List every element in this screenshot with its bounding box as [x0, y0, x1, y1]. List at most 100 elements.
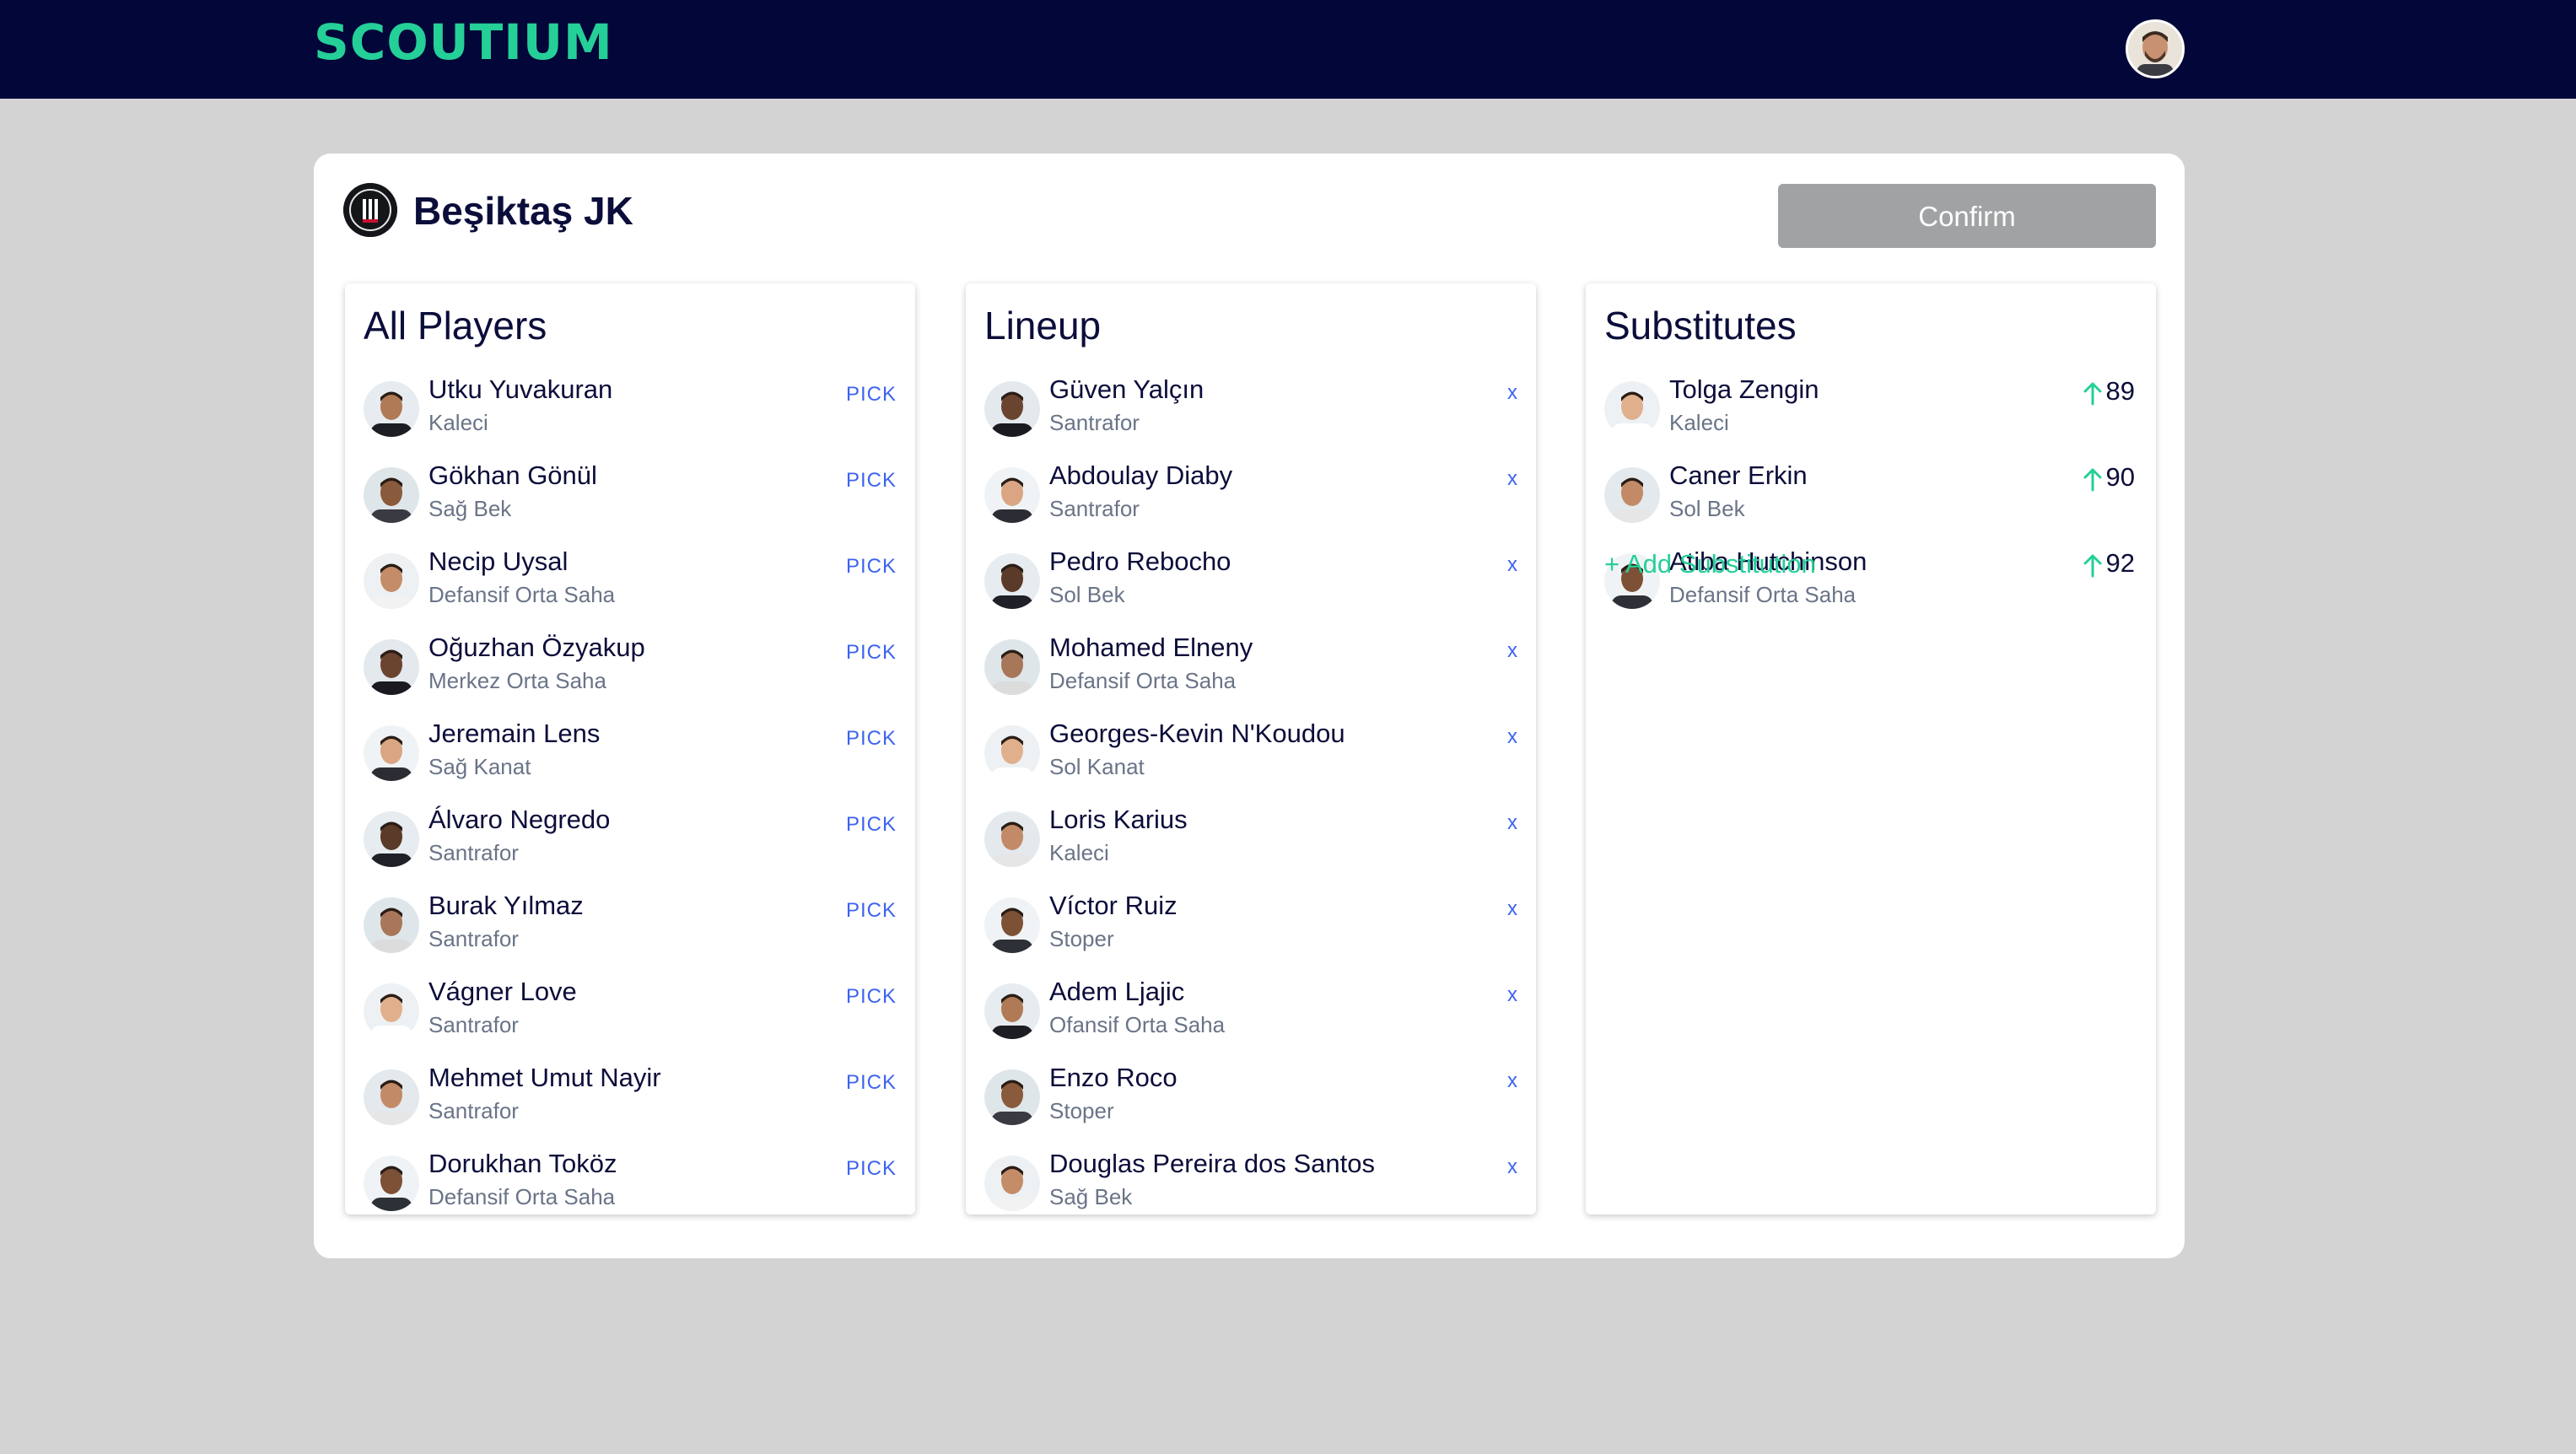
- player-avatar: [984, 467, 1040, 523]
- player-name: Jeremain Lens: [428, 719, 601, 748]
- player-position: Merkez Orta Saha: [428, 668, 606, 693]
- player-name: Adem Ljajic: [1049, 977, 1185, 1006]
- player-position: Sağ Bek: [428, 496, 512, 521]
- lineup-row: Abdoulay Diaby Santrafor x: [966, 450, 1536, 536]
- arrow-up-icon: [2083, 554, 2102, 578]
- remove-button[interactable]: x: [1507, 552, 1517, 579]
- pick-button[interactable]: PICK: [846, 1069, 897, 1096]
- player-row: Oğuzhan Özyakup Merkez Orta Saha PICK: [345, 622, 915, 708]
- pick-button[interactable]: PICK: [846, 639, 897, 666]
- player-position: Santrafor: [1049, 410, 1140, 435]
- player-row: Jeremain Lens Sağ Kanat PICK: [345, 708, 915, 794]
- player-avatar: [984, 1069, 1040, 1125]
- player-name: Enzo Roco: [1049, 1063, 1178, 1092]
- user-avatar[interactable]: [2126, 19, 2185, 78]
- top-navigation-bar: SCOUTIUM: [0, 0, 2576, 99]
- player-position: Santrafor: [428, 840, 519, 865]
- pick-button[interactable]: PICK: [846, 381, 897, 408]
- player-avatar: [1604, 381, 1660, 437]
- besiktas-crest-icon: [343, 183, 397, 237]
- substitutes-panel: Substitutes Tolga Zengin Kaleci 89 Caner Er…: [1586, 283, 2156, 1214]
- player-name: Oğuzhan Özyakup: [428, 633, 645, 662]
- player-name: Gökhan Gönül: [428, 460, 597, 490]
- player-name: Caner Erkin: [1669, 460, 1808, 490]
- substitutes-list: Tolga Zengin Kaleci 89 Caner Erkin Sol Bek 90…: [1586, 364, 2156, 622]
- player-name: Necip Uysal: [428, 547, 569, 576]
- lineup-row: Georges-Kevin N'Koudou Sol Kanat x: [966, 708, 1536, 794]
- confirm-button[interactable]: Confirm: [1778, 184, 2156, 248]
- player-avatar: [984, 983, 1040, 1039]
- player-avatar: [984, 1155, 1040, 1211]
- player-name: Utku Yuvakuran: [428, 374, 613, 404]
- player-avatar: [984, 639, 1040, 695]
- lineup-card: Beşiktaş JK Confirm All Players Utku Yuv…: [314, 153, 2185, 1258]
- player-position: Sol Bek: [1049, 582, 1125, 607]
- player-name: Dorukhan Toköz: [428, 1149, 617, 1178]
- player-position: Santrafor: [428, 926, 519, 951]
- scoutium-logo[interactable]: SCOUTIUM: [314, 12, 613, 73]
- player-avatar: [984, 553, 1040, 609]
- lineup-row: Adem Ljajic Ofansif Orta Saha x: [966, 967, 1536, 1053]
- player-position: Kaleci: [428, 410, 488, 435]
- pick-button[interactable]: PICK: [846, 725, 897, 752]
- remove-button[interactable]: x: [1507, 1068, 1517, 1095]
- lineup-row: Loris Karius Kaleci x: [966, 794, 1536, 880]
- all-players-panel: All Players Utku Yuvakuran Kaleci PICK Gökh…: [345, 283, 915, 1214]
- player-position: Santrafor: [428, 1098, 519, 1123]
- minute-value: 90: [2105, 462, 2135, 492]
- lineup-row: Pedro Rebocho Sol Bek x: [966, 536, 1536, 622]
- player-avatar: [984, 897, 1040, 953]
- player-avatar: [364, 381, 419, 437]
- player-row: Gökhan Gönül Sağ Bek PICK: [345, 450, 915, 536]
- lineup-row: Douglas Pereira dos Santos Sağ Bek x: [966, 1139, 1536, 1214]
- pick-button[interactable]: PICK: [846, 897, 897, 924]
- player-position: Defansif Orta Saha: [1669, 582, 1857, 607]
- remove-button[interactable]: x: [1507, 380, 1517, 407]
- player-position: Defansif Orta Saha: [1049, 668, 1237, 693]
- remove-button[interactable]: x: [1507, 638, 1517, 665]
- player-avatar: [364, 811, 419, 867]
- remove-button[interactable]: x: [1507, 724, 1517, 751]
- player-position: Santrafor: [1049, 496, 1140, 521]
- player-avatar: [364, 1069, 419, 1125]
- substitute-row: Caner Erkin Sol Bek 90: [1586, 450, 2156, 536]
- player-row: Dorukhan Toköz Defansif Orta Saha PICK: [345, 1139, 915, 1214]
- player-avatar: [364, 897, 419, 953]
- all-players-title: All Players: [364, 304, 547, 347]
- player-row: Álvaro Negredo Santrafor PICK: [345, 794, 915, 880]
- pick-button[interactable]: PICK: [846, 811, 897, 838]
- pick-button[interactable]: PICK: [846, 1155, 897, 1182]
- player-avatar: [1604, 467, 1660, 523]
- lineup-title: Lineup: [984, 304, 1102, 347]
- player-name: Tolga Zengin: [1669, 374, 1819, 404]
- player-position: Sağ Kanat: [428, 754, 531, 779]
- all-players-list: Utku Yuvakuran Kaleci PICK Gökhan Gönül Sağ …: [345, 364, 915, 1214]
- player-position: Stoper: [1049, 926, 1114, 951]
- lineup-panel: Lineup Güven Yalçın Santrafor x Abdoulay Di…: [966, 283, 1536, 1214]
- minute-value: 92: [2105, 548, 2135, 578]
- add-substitution-link[interactable]: + Add Substitution: [1604, 547, 1816, 581]
- remove-button[interactable]: x: [1507, 1154, 1517, 1181]
- player-position: Kaleci: [1049, 840, 1109, 865]
- player-name: Douglas Pereira dos Santos: [1049, 1149, 1376, 1178]
- pick-button[interactable]: PICK: [846, 467, 897, 494]
- arrow-up-icon: [2083, 468, 2102, 492]
- remove-button[interactable]: x: [1507, 466, 1517, 493]
- player-name: Álvaro Negredo: [428, 805, 611, 834]
- pick-button[interactable]: PICK: [846, 983, 897, 1010]
- player-name: Burak Yılmaz: [428, 891, 584, 920]
- player-name: Mehmet Umut Nayir: [428, 1063, 661, 1092]
- player-name: Vágner Love: [428, 977, 577, 1006]
- player-row: Necip Uysal Defansif Orta Saha PICK: [345, 536, 915, 622]
- team-name: Beşiktaş JK: [413, 189, 633, 233]
- remove-button[interactable]: x: [1507, 896, 1517, 923]
- player-avatar: [364, 1155, 419, 1211]
- remove-button[interactable]: x: [1507, 810, 1517, 837]
- remove-button[interactable]: x: [1507, 982, 1517, 1009]
- player-name: Pedro Rebocho: [1049, 547, 1231, 576]
- player-name: Güven Yalçın: [1049, 374, 1204, 404]
- pick-button[interactable]: PICK: [846, 553, 897, 580]
- player-position: Sağ Bek: [1049, 1184, 1133, 1209]
- minute-value: 89: [2105, 376, 2135, 406]
- player-avatar: [364, 983, 419, 1039]
